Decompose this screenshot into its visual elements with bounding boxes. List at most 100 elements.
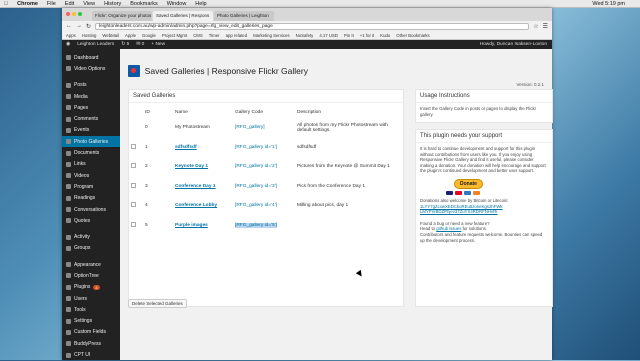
sidebar-item-appearance[interactable]: Appearance (62, 259, 120, 270)
sidebar-item-settings[interactable]: Settings (62, 316, 120, 327)
menu-bookmarks[interactable]: Bookmarks (130, 1, 158, 7)
menu-help[interactable]: Help (195, 1, 206, 7)
gallery-name[interactable]: Conference Lobby (173, 196, 233, 216)
comments-icon[interactable]: ✉ 0 (136, 42, 144, 47)
gallery-code[interactable]: [RFG_gallery id='4'] (235, 203, 277, 208)
minimize-window-icon[interactable] (72, 12, 76, 16)
sidebar-item-label: Activity (74, 234, 90, 241)
menu-chrome[interactable]: Chrome (17, 1, 38, 7)
new-button[interactable]: + New (151, 42, 165, 47)
sidebar-item-photo-galleries[interactable]: Photo Galleries (62, 136, 120, 148)
sidebar-item-media[interactable]: Media (62, 91, 120, 102)
row-checkbox[interactable] (131, 182, 136, 188)
reload-icon[interactable]: ↻ (86, 23, 91, 30)
row-checkbox[interactable] (131, 143, 136, 149)
gallery-code-cell: [RFG_gallery] (233, 118, 295, 138)
star-icon[interactable]: ☆ (533, 23, 538, 30)
sidebar-item-optiontree[interactable]: OptionTree (62, 270, 120, 281)
sidebar-item-readings[interactable]: Readings (62, 193, 120, 204)
sidebar-item-cpt-ui[interactable]: CPT UI (62, 349, 120, 360)
column-header-code: Gallery Code (235, 110, 263, 115)
sidebar-item-posts[interactable]: Posts (62, 80, 120, 91)
bitcoin-address[interactable]: 1LYY7gZcxwXEDCkuREu5zoneKgs2hFWk LMYPnrB… (420, 204, 503, 215)
row-checkbox[interactable] (131, 163, 136, 169)
clock[interactable]: Wed 5:19 pm (592, 1, 625, 7)
bookmark-item[interactable]: Apple (125, 33, 136, 38)
gallery-name[interactable]: Conference Day 1 (173, 177, 233, 197)
sidebar-item-plugins[interactable]: Plugins 4 (62, 282, 120, 293)
sidebar-item-video-options[interactable]: Video Options (62, 63, 120, 74)
gallery-code[interactable]: [RFG_gallery id='2'] (235, 164, 277, 169)
bookmark-item[interactable]: +1 for it (360, 33, 374, 38)
menu-window[interactable]: Window (167, 1, 187, 7)
bookmark-item[interactable]: WebMail (102, 33, 119, 38)
gallery-code[interactable]: [RFG_gallery] (235, 125, 265, 130)
sidebar-item-label: Links (74, 161, 86, 168)
sidebar-item-dashboard[interactable]: Dashboard (62, 52, 120, 63)
gallery-name[interactable]: sdfsdfsdf (173, 138, 233, 158)
bookmark-item[interactable]: Marketing Services (253, 33, 290, 38)
bookmark-item[interactable]: Kudo (380, 33, 390, 38)
sidebar-item-users[interactable]: Users (62, 293, 120, 304)
menu-icon[interactable]: ☰ (543, 23, 548, 30)
sidebar-item-quotes[interactable]: Quotes (62, 215, 120, 226)
bookmark-other[interactable]: Other Bookmarks (396, 33, 429, 38)
sidebar-item-conversations[interactable]: Conversations (62, 204, 120, 215)
menu-history[interactable]: History (104, 1, 121, 7)
gallery-name[interactable]: Purple images (173, 216, 233, 236)
user-greeting[interactable]: Howdy, Duncan Isaksen-Loxton (480, 42, 547, 47)
gallery-code[interactable]: [RFG_gallery id='5'] (235, 222, 277, 228)
gallery-name[interactable]: Keynote Day 1 (173, 157, 233, 177)
bookmark-item[interactable]: app related (226, 33, 248, 38)
sidebar-item-links[interactable]: Links (62, 159, 120, 170)
sidebar-item-program[interactable]: Program (62, 181, 120, 192)
row-checkbox[interactable] (131, 202, 136, 208)
back-icon[interactable]: ← (66, 23, 72, 29)
gallery-code-cell: [RFG_gallery id='5'] (233, 216, 295, 236)
forward-icon[interactable]: → (76, 23, 82, 29)
close-window-icon[interactable] (66, 12, 70, 16)
gallery-code[interactable]: [RFG_gallery id='1'] (235, 145, 277, 150)
bookmark-item[interactable]: Google (142, 33, 156, 38)
gallery-code[interactable]: [RFG_gallery id='3'] (235, 184, 277, 189)
sidebar-item-custom-fields[interactable]: Custom Fields (62, 327, 120, 338)
zoom-window-icon[interactable] (78, 12, 82, 16)
sidebar-item-pages[interactable]: Pages (62, 102, 120, 113)
tab-saved-galleries[interactable]: Saved Galleries | Respons (153, 11, 213, 21)
bookmark-item[interactable]: Apps (66, 33, 76, 38)
delete-selected-button[interactable]: Delete Selected Galleries (128, 299, 187, 308)
apple-icon[interactable]:  (4, 1, 8, 7)
updates-icon[interactable]: ↻ 5 (121, 42, 129, 47)
bookmark-item[interactable]: Hosting (82, 33, 97, 38)
bookmark-item[interactable]: Timer (209, 33, 220, 38)
site-name[interactable]: Leighton Leaders (77, 42, 114, 47)
sidebar-item-buddypress[interactable]: BuddyPress (62, 338, 120, 349)
sidebar-item-tools[interactable]: Tools (62, 304, 120, 315)
head-label: Head to (420, 226, 436, 232)
sidebar-item-comments[interactable]: Comments (62, 113, 120, 124)
tab-photo-galleries[interactable]: Photo Galleries | Leighton (214, 11, 274, 21)
donate-button[interactable]: Donate (454, 178, 483, 189)
bookmark-item[interactable]: 4.17 USD (319, 33, 338, 38)
github-issues-link[interactable]: github issues (436, 226, 461, 231)
address-bar[interactable]: leightonleaders.com.au/wp-admin/admin.ph… (95, 22, 530, 30)
wordpress-icon[interactable]: ◉ (66, 42, 70, 47)
bookmark-item[interactable]: Pin It (344, 33, 354, 38)
bookmark-item[interactable]: Project Mgmt (162, 33, 187, 38)
table-row: 4 Conference Lobby [RFG_gallery id='4'] Mil… (129, 196, 403, 216)
user-icon (66, 296, 71, 302)
sidebar-item-events[interactable]: Events (62, 125, 120, 136)
tab-flickr[interactable]: Flickr: Organize your photos (92, 11, 152, 21)
bookmark-item[interactable]: NoSafety (296, 33, 314, 38)
support-text: It is hard to continue development and s… (420, 146, 546, 174)
menu-file[interactable]: File (47, 1, 56, 7)
bookmark-item[interactable]: CMS (193, 33, 203, 38)
sidebar-item-activity[interactable]: Activity (62, 231, 120, 242)
sidebar-item-videos[interactable]: Videos (62, 170, 120, 181)
sidebar-item-label: BuddyPress (74, 340, 101, 347)
sidebar-item-documents[interactable]: Documents (62, 147, 120, 158)
row-checkbox[interactable] (131, 221, 136, 227)
menu-view[interactable]: View (83, 1, 95, 7)
sidebar-item-groups[interactable]: Groups (62, 243, 120, 254)
menu-edit[interactable]: Edit (65, 1, 74, 7)
